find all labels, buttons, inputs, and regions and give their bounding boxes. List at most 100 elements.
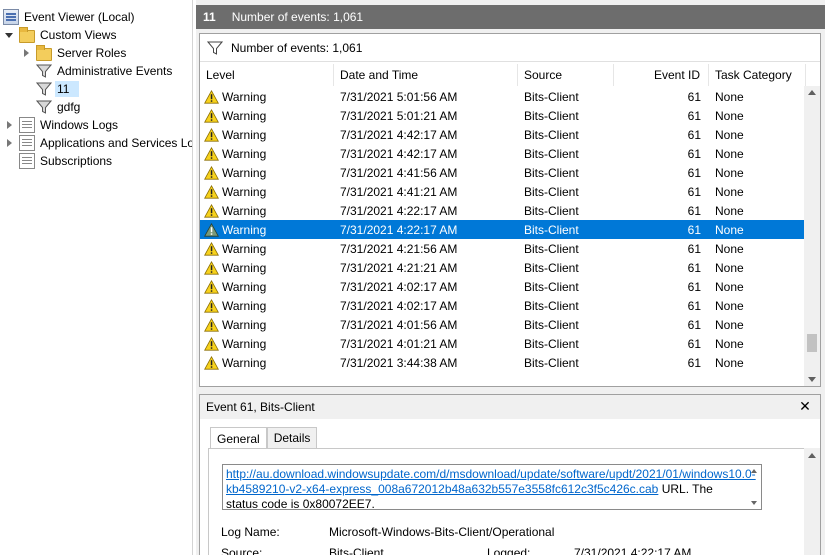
tree-label: Event Viewer (Local) [24, 10, 135, 24]
cell-task: None [715, 89, 744, 104]
tab-details[interactable]: Details [266, 427, 318, 449]
content-area: 11 Number of events: 1,061 Number of eve… [196, 0, 825, 555]
tree-item-server-roles[interactable]: Server Roles [22, 44, 128, 62]
cell-date: 7/31/2021 4:42:17 AM [340, 146, 458, 161]
table-row[interactable]: Warning 7/31/2021 4:41:56 AM Bits-Client 61… [200, 163, 806, 182]
table-row[interactable]: Warning 7/31/2021 4:02:17 AM Bits-Client 61… [200, 277, 806, 296]
cell-date: 7/31/2021 5:01:56 AM [340, 89, 458, 104]
table-row[interactable]: Warning 7/31/2021 4:22:17 AM Bits-Client 61… [200, 220, 806, 239]
cell-event-id: 61 [687, 279, 701, 294]
tree-label: Administrative Events [57, 64, 173, 78]
cell-level: Warning [200, 87, 334, 106]
column-header-date[interactable]: Date and Time [334, 64, 518, 86]
detail-scrollbar[interactable] [804, 448, 820, 555]
cell-level: Warning [200, 125, 334, 144]
level-text: Warning [222, 127, 267, 142]
cell-task: None [715, 298, 744, 313]
cell-level: Warning [200, 220, 334, 239]
tree-item-custom-views[interactable]: Custom Views [5, 26, 118, 44]
cell-event-id: 61 [687, 146, 701, 161]
expand-chevron-icon[interactable] [5, 30, 15, 40]
tree-item-view-gdfg[interactable]: gdfg [35, 98, 82, 116]
table-row[interactable]: Warning 7/31/2021 4:41:21 AM Bits-Client 61… [200, 182, 806, 201]
status-code: 0x80072EE7 [302, 497, 372, 510]
warning-icon [204, 89, 219, 104]
table-row[interactable]: Warning 7/31/2021 4:22:17 AM Bits-Client 61… [200, 201, 806, 220]
column-header-level[interactable]: Level [200, 64, 334, 86]
table-row[interactable]: Warning 7/31/2021 4:42:17 AM Bits-Client 61… [200, 125, 806, 144]
table-row[interactable]: Warning 7/31/2021 5:01:21 AM Bits-Client 61… [200, 106, 806, 125]
cell-source: Bits-Client [524, 127, 579, 142]
cell-date: 7/31/2021 4:21:56 AM [340, 241, 458, 256]
scroll-down-icon[interactable] [808, 377, 816, 382]
log-folder-icon [19, 135, 35, 151]
cell-event-id: 61 [687, 317, 701, 332]
column-header-event-id[interactable]: Event ID [614, 64, 709, 86]
log-name-label: Log Name: [221, 525, 280, 539]
filter-count: Number of events: 1,061 [231, 40, 363, 55]
warning-icon [204, 127, 219, 142]
event-message-box[interactable]: http://au.download.windowsupdate.com/d/m… [222, 464, 762, 510]
column-header-source[interactable]: Source [518, 64, 614, 86]
tree-label: gdfg [57, 100, 81, 114]
detail-tabs: General Details [210, 427, 318, 450]
tree-item-subscriptions[interactable]: Subscriptions [19, 152, 114, 170]
collapse-chevron-icon[interactable] [22, 48, 32, 58]
cell-source: Bits-Client [524, 222, 579, 237]
level-text: Warning [222, 241, 267, 256]
level-text: Warning [222, 108, 267, 123]
tab-general[interactable]: General [210, 427, 267, 450]
log-name-value: Microsoft-Windows-Bits-Client/Operationa… [329, 525, 555, 539]
cell-date: 7/31/2021 4:01:56 AM [340, 317, 458, 332]
collapse-chevron-icon[interactable] [5, 138, 15, 148]
table-row[interactable]: Warning 7/31/2021 4:01:21 AM Bits-Client 61… [200, 334, 806, 353]
cell-level: Warning [200, 277, 334, 296]
filter-icon [206, 40, 224, 56]
message-end: . [371, 497, 375, 510]
cell-event-id: 61 [687, 184, 701, 199]
close-icon[interactable]: ✕ [798, 399, 812, 413]
tree-item-administrative-events[interactable]: Administrative Events [35, 62, 174, 80]
message-scroll-up-icon[interactable] [751, 469, 757, 473]
table-row[interactable]: Warning 7/31/2021 4:02:17 AM Bits-Client 61… [200, 296, 806, 315]
cell-date: 7/31/2021 4:02:17 AM [340, 298, 458, 313]
tree-item-apps-services[interactable]: Applications and Services Lo [5, 134, 192, 152]
collapse-chevron-icon[interactable] [5, 120, 15, 130]
cell-event-id: 61 [687, 355, 701, 370]
message-scroll-down-icon[interactable] [751, 501, 757, 505]
table-row[interactable]: Warning 7/31/2021 5:01:56 AM Bits-Client 61… [200, 87, 806, 106]
warning-icon [204, 355, 219, 370]
tree-item-view-11[interactable]: 11 [35, 80, 80, 98]
tree-item-event-viewer[interactable]: Event Viewer (Local) [3, 8, 137, 26]
cell-task: None [715, 184, 744, 199]
scroll-thumb[interactable] [807, 334, 817, 352]
cell-source: Bits-Client [524, 108, 579, 123]
event-viewer-window: Event Viewer (Local) Custom Views Server… [0, 0, 825, 555]
cell-event-id: 61 [687, 336, 701, 351]
tree-label: Custom Views [40, 28, 117, 42]
cell-level: Warning [200, 334, 334, 353]
table-row[interactable]: Warning 7/31/2021 4:42:17 AM Bits-Client 61… [200, 144, 806, 163]
logged-label: Logged: [487, 546, 531, 555]
filter-strip: Number of events: 1,061 [200, 34, 820, 62]
cell-event-id: 61 [687, 298, 701, 313]
scroll-up-icon[interactable] [808, 90, 816, 95]
cell-level: Warning [200, 296, 334, 315]
table-row[interactable]: Warning 7/31/2021 4:21:21 AM Bits-Client 61… [200, 258, 806, 277]
level-text: Warning [222, 146, 267, 161]
tree-item-windows-logs[interactable]: Windows Logs [5, 116, 120, 134]
cell-source: Bits-Client [524, 336, 579, 351]
cell-event-id: 61 [687, 165, 701, 180]
level-text: Warning [222, 184, 267, 199]
table-row[interactable]: Warning 7/31/2021 4:21:56 AM Bits-Client 61… [200, 239, 806, 258]
column-header-task[interactable]: Task Category [709, 64, 806, 86]
cell-date: 7/31/2021 4:02:17 AM [340, 279, 458, 294]
cell-source: Bits-Client [524, 184, 579, 199]
scroll-up-icon[interactable] [808, 453, 816, 458]
event-list-scrollbar[interactable] [804, 86, 820, 386]
warning-icon [204, 317, 219, 332]
table-row[interactable]: Warning 7/31/2021 3:44:38 AM Bits-Client 61… [200, 353, 806, 372]
table-row[interactable]: Warning 7/31/2021 4:01:56 AM Bits-Client 61… [200, 315, 806, 334]
folder-icon [19, 26, 35, 43]
filter-icon [35, 99, 53, 115]
